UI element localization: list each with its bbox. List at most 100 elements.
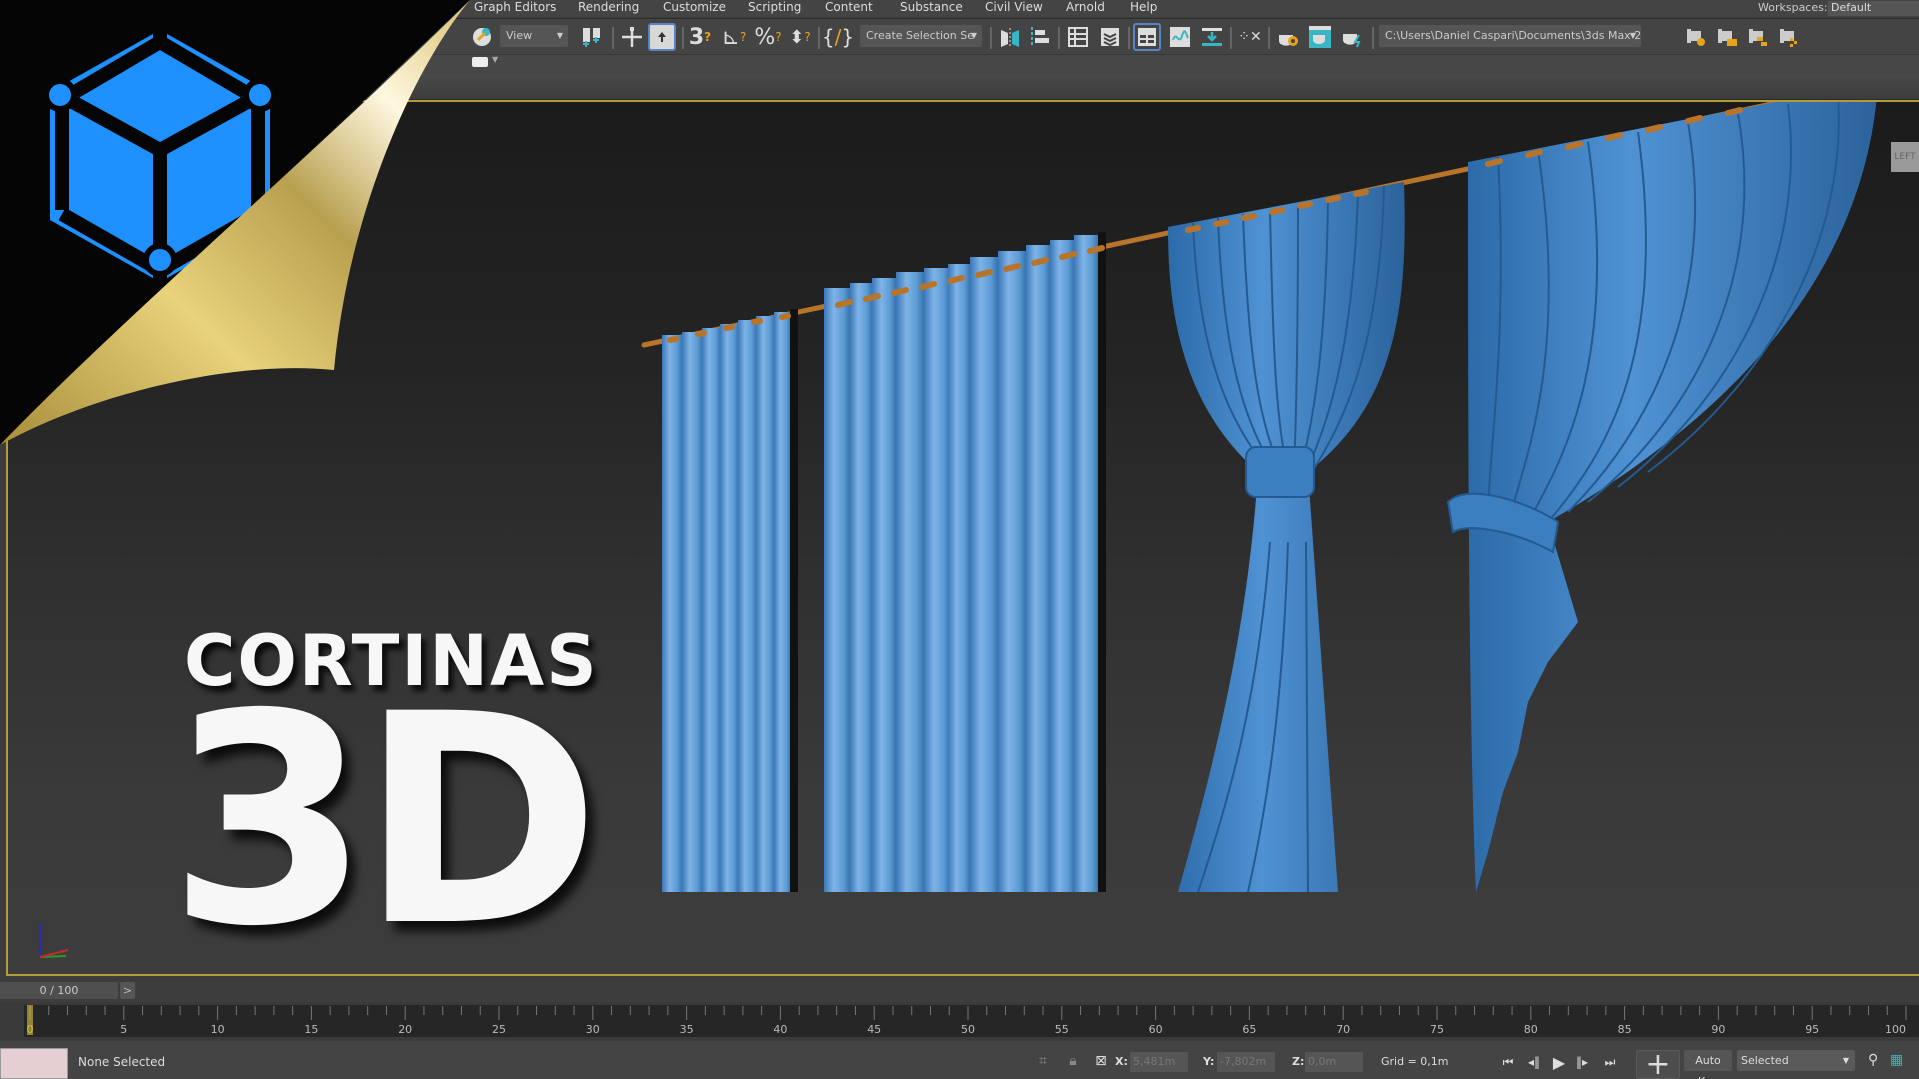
toggle-ribbon-icon[interactable] — [1133, 23, 1161, 51]
align-icon[interactable] — [1026, 23, 1054, 51]
select-manipulate-icon[interactable] — [648, 23, 676, 51]
zoom-icon[interactable]: ⚲ — [1868, 1052, 1878, 1068]
link-icon[interactable]: ⛓ — [50, 23, 78, 51]
edit-named-selection-icon[interactable]: {/} — [822, 23, 854, 51]
frame-label: 85 — [1618, 1023, 1632, 1036]
select-by-name-icon[interactable] — [468, 23, 496, 51]
frame-label: 95 — [1805, 1023, 1819, 1036]
absolute-mode-icon[interactable]: ⊠ — [1092, 1052, 1110, 1070]
workspaces-dropdown[interactable]: Default — [1828, 1, 1919, 16]
ribbon-panel: Polygon Modeling — [0, 74, 1919, 100]
thumbnail-title-3d: 3D — [168, 653, 601, 976]
project-path-dropdown[interactable]: C:\Users\Daniel Caspari\Documents\3ds Ma… — [1379, 25, 1641, 47]
pivot-center-icon[interactable] — [578, 23, 606, 51]
auto-key-button[interactable]: Auto Key — [1684, 1050, 1732, 1079]
current-frame-marker — [27, 1005, 33, 1035]
menu-scripting[interactable]: Scripting — [748, 0, 801, 17]
spinner-snap-icon[interactable]: ⬍? — [786, 23, 814, 51]
frame-label: 70 — [1336, 1023, 1350, 1036]
trackbar-ticks: 0510152025303540455055606570758085909510… — [27, 1005, 1907, 1036]
menu-edit[interactable]: Edit — [20, 0, 43, 17]
ribbon-sub-label: Polygon Modeling — [6, 76, 103, 89]
next-frame-icon[interactable]: ‖▸ — [1573, 1052, 1591, 1072]
toolbar-separator — [1268, 27, 1270, 49]
ribbon-bar: Modeling Object Paint ▼ — [0, 54, 1919, 74]
frame-label: 65 — [1242, 1023, 1256, 1036]
frame-label: 50 — [961, 1023, 975, 1036]
snap-3d-icon[interactable]: 3? — [686, 23, 714, 51]
menu-animation[interactable]: Animation — [392, 0, 453, 17]
perspective-viewport[interactable]: [+] [Perspective ] LEFT CORTINAS 3D — [6, 100, 1919, 976]
redo-icon[interactable]: ↷ — [10, 23, 38, 51]
project-structure-icon[interactable] — [1744, 23, 1772, 51]
toolbar-separator — [612, 27, 614, 49]
menu-substance[interactable]: Substance — [900, 0, 963, 17]
previous-frame-icon[interactable]: ◂‖ — [1525, 1052, 1543, 1072]
isolate-selection-icon[interactable]: ⌗ — [1034, 1052, 1052, 1070]
material-editor-icon[interactable]: ⁘✕ — [1236, 23, 1264, 51]
project-tree-icon[interactable] — [1775, 23, 1803, 51]
key-filter-dropdown[interactable]: Selected ▼ — [1737, 1050, 1855, 1071]
curtain-tied-swag — [1446, 102, 1877, 892]
menu-civil-view[interactable]: Civil View — [985, 0, 1043, 17]
z-coordinate-field[interactable]: 0,0m — [1305, 1052, 1363, 1072]
scene-explorer-icon[interactable] — [1064, 23, 1092, 51]
y-coordinate-field[interactable]: -7,802m — [1217, 1052, 1275, 1072]
ribbon-tab-object-paint[interactable]: Object Paint — [275, 58, 342, 71]
project-settings-icon[interactable] — [1682, 23, 1710, 51]
maxscript-listener[interactable] — [0, 1048, 68, 1079]
set-key-button[interactable]: + — [1636, 1050, 1680, 1079]
reference-coord-dropdown[interactable]: View ▼ — [500, 25, 568, 47]
frame-label: 60 — [1149, 1023, 1163, 1036]
go-to-start-icon[interactable]: ⏮ — [1499, 1052, 1517, 1072]
angle-snap-icon[interactable]: ⊾? — [720, 23, 748, 51]
frame-label: 35 — [680, 1023, 694, 1036]
zoom-extents-icon[interactable]: ▦ — [1890, 1052, 1903, 1068]
time-slider-thumb[interactable]: 0 / 100 — [0, 982, 118, 999]
toolbar-separator — [1058, 27, 1060, 49]
y-label: Y: — [1203, 1055, 1215, 1068]
lock-icon[interactable]: 🔒︎ — [1064, 1052, 1082, 1070]
project-folder-icon[interactable] — [1713, 23, 1741, 51]
rendered-frame-window-icon[interactable] — [1306, 23, 1334, 51]
x-label: X: — [1115, 1055, 1128, 1068]
chevron-down-icon: ▼ — [1629, 31, 1636, 40]
toolbar-separator — [1230, 27, 1232, 49]
frame-label: 80 — [1524, 1023, 1538, 1036]
menu-views[interactable]: Views — [188, 0, 223, 17]
go-to-end-icon[interactable]: ⏭ — [1601, 1052, 1619, 1072]
menu-tools[interactable]: Tools — [73, 0, 103, 17]
render-production-icon[interactable] — [1338, 23, 1366, 51]
menu-create[interactable]: Create — [248, 0, 288, 17]
x-coordinate-field[interactable]: 5,481m — [1130, 1052, 1188, 1072]
ribbon-toggle-icon[interactable] — [472, 57, 488, 67]
menu-rendering[interactable]: Rendering — [578, 0, 639, 17]
curve-editor-icon[interactable] — [1166, 23, 1194, 51]
menu-help[interactable]: Help — [1130, 0, 1157, 17]
selection-status: None Selected — [78, 1055, 166, 1069]
frame-label: 20 — [398, 1023, 412, 1036]
named-selection-dropdown[interactable]: Create Selection Se ▼ — [860, 25, 982, 47]
menu-arnold[interactable]: Arnold — [1066, 0, 1105, 17]
menu-graph-editors[interactable]: Graph Editors — [474, 0, 556, 17]
next-frame-button[interactable]: > — [120, 982, 135, 999]
curtain-straight-wide — [824, 232, 1106, 892]
reference-coord-value: View — [506, 29, 533, 42]
ribbon-tab-modeling[interactable]: Modeling — [12, 58, 62, 71]
render-setup-icon[interactable] — [1274, 23, 1302, 51]
menu-content[interactable]: Content — [825, 0, 873, 17]
menu-modifiers[interactable]: Modifiers — [314, 0, 369, 17]
toolbar-separator — [682, 27, 684, 49]
viewcube[interactable]: LEFT — [1891, 142, 1919, 172]
percent-snap-icon[interactable]: %? — [754, 23, 782, 51]
schematic-view-icon[interactable] — [1198, 23, 1226, 51]
menu-customize[interactable]: Customize — [663, 0, 726, 17]
axis-tripod-icon — [39, 924, 69, 958]
viewcube-face-label: LEFT — [1894, 152, 1916, 162]
menu-group[interactable]: Group — [128, 0, 165, 17]
select-move-icon[interactable] — [618, 23, 646, 51]
play-icon[interactable]: ▶ — [1549, 1052, 1569, 1072]
mirror-icon[interactable] — [996, 23, 1024, 51]
curtain-straight-narrow — [662, 309, 798, 892]
layer-explorer-icon[interactable] — [1096, 23, 1124, 51]
